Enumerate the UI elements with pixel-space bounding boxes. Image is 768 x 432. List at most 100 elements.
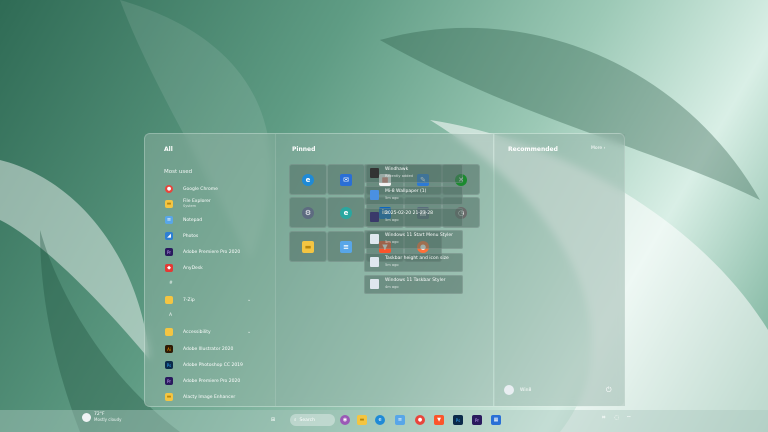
app-label: AnyDesk xyxy=(183,265,203,271)
user-name: Win8 xyxy=(520,387,532,393)
illustrator-icon: Ai xyxy=(165,345,173,353)
premiere-icon: Pr xyxy=(165,377,173,385)
more-button[interactable]: More › xyxy=(591,146,605,151)
recommended-item-subtitle: 4m ago xyxy=(385,285,399,289)
app-label: Accessibility xyxy=(183,329,211,335)
pinned-tile[interactable]: ⚙ xyxy=(289,197,327,228)
app-item-alacty[interactable]: ▬ Alacty Image Enhancer xyxy=(165,391,235,403)
app-label: Adobe Premiere Pro 2020 xyxy=(183,249,241,255)
pinned-tile[interactable]: ≡ xyxy=(327,231,365,262)
recommended-item[interactable]: Mi-8 Wallpaper (1) 5m ago xyxy=(364,186,463,205)
app-group-7zip[interactable]: 7-Zip xyxy=(165,294,195,306)
app-label: Google Chrome xyxy=(183,186,218,192)
store-icon[interactable]: ▦ xyxy=(491,415,501,425)
search-placeholder: Search xyxy=(299,417,315,423)
video-file-icon xyxy=(370,212,379,222)
notepad-icon: ≡ xyxy=(165,216,173,224)
chevron-down-icon[interactable]: ⌄ xyxy=(247,329,251,335)
recommended-item-subtitle: 5m ago xyxy=(385,196,399,200)
letter-header-hash[interactable]: # xyxy=(169,281,173,286)
folder-icon xyxy=(165,328,173,336)
recommended-item-subtitle: Recently added xyxy=(385,174,413,178)
notepad-icon[interactable]: ≡ xyxy=(395,415,405,425)
search-icon: ⌕ xyxy=(294,418,297,423)
app-label: 7-Zip xyxy=(183,297,195,303)
app-item-chrome[interactable]: ● Google Chrome xyxy=(165,183,218,195)
chevron-right-icon: › xyxy=(603,146,606,151)
folder-icon: ▬ xyxy=(302,240,314,253)
pinned-title: Pinned xyxy=(292,146,316,153)
app-item-file-explorer[interactable]: ▬ File Explorer System xyxy=(165,198,211,210)
recommended-item-subtitle: 5m ago xyxy=(385,263,399,267)
premiere-icon[interactable]: Pr xyxy=(472,415,482,425)
photoshop-icon[interactable]: Ps xyxy=(453,415,463,425)
recommended-item[interactable]: Windhawk Recently added xyxy=(364,164,463,183)
recommended-item[interactable]: 2025-02-20 21-23-28 5m ago xyxy=(364,208,463,227)
settings-icon: ⚙ xyxy=(302,206,314,219)
folder-icon: ▬ xyxy=(165,393,173,401)
recommended-item-title: Windows 11 Start Menu Styler xyxy=(385,233,454,238)
edge-icon[interactable]: e xyxy=(375,415,385,425)
wifi-icon[interactable]: ⌔ xyxy=(626,414,632,422)
app-item-premiere-2[interactable]: Pr Adobe Premiere Pro 2020 xyxy=(165,375,240,387)
recommended-item-title: Windows 11 Taskbar Styler xyxy=(385,278,446,283)
recommended-item-subtitle: 5m ago xyxy=(385,240,399,244)
app-label: Notepad xyxy=(183,217,203,223)
most-used-heading: Most used xyxy=(164,169,193,175)
recommended-item[interactable]: Windows 11 Taskbar Styler 4m ago xyxy=(364,275,463,294)
recommended-item-title: Taskbar height and icon size xyxy=(385,256,449,261)
weather-widget[interactable]: 72°F Mostly cloudy xyxy=(82,412,122,422)
app-item-anydesk[interactable]: ◆ AnyDesk xyxy=(165,262,203,274)
pinned-tile[interactable]: ✉ xyxy=(327,164,365,195)
windhawk-icon xyxy=(370,168,379,178)
folder-icon: ▬ xyxy=(165,200,173,208)
recommended-item-subtitle: 5m ago xyxy=(385,218,399,222)
pinned-tile[interactable]: e xyxy=(289,164,327,195)
app-group-accessibility[interactable]: Accessibility xyxy=(165,326,211,338)
recommended-item-title: 2025-02-20 21-23-28 xyxy=(385,211,434,216)
document-icon xyxy=(370,279,379,289)
recommended-item[interactable]: Windows 11 Start Menu Styler 5m ago xyxy=(364,230,463,249)
system-tray-icon[interactable]: ⌗ xyxy=(602,414,605,422)
pinned-tile[interactable]: ▬ xyxy=(289,231,327,262)
image-file-icon xyxy=(370,190,379,200)
recommended-title: Recommended xyxy=(508,146,558,153)
copilot-icon[interactable]: ◉ xyxy=(340,415,350,425)
app-label: Photos xyxy=(183,233,199,239)
pinned-tile[interactable]: e xyxy=(327,197,365,228)
premiere-icon: Pr xyxy=(165,248,173,256)
recommended-item[interactable]: Taskbar height and icon size 5m ago xyxy=(364,253,463,272)
letter-header-a[interactable]: A xyxy=(169,313,172,318)
brave-icon[interactable]: ▼ xyxy=(434,415,444,425)
app-item-notepad[interactable]: ≡ Notepad xyxy=(165,214,202,226)
app-label: Adobe Premiere Pro 2020 xyxy=(183,378,241,384)
power-icon[interactable]: ⏻ xyxy=(606,386,612,395)
weather-desc: Mostly cloudy xyxy=(94,417,122,422)
app-item-photoshop[interactable]: Ps Adobe Photoshop CC 2019 xyxy=(165,359,243,371)
search-box[interactable]: ⌕ Search xyxy=(290,414,335,426)
app-label: Alacty Image Enhancer xyxy=(183,394,236,400)
chat-icon[interactable]: ◌ xyxy=(614,414,619,421)
all-apps-title: All xyxy=(164,146,173,153)
app-item-photos[interactable]: ◢ Photos xyxy=(165,230,198,242)
chrome-icon[interactable]: ● xyxy=(415,415,425,425)
app-item-illustrator[interactable]: Ai Adobe Illustrator 2020 xyxy=(165,343,233,355)
chevron-down-icon[interactable]: ⌄ xyxy=(247,297,251,303)
app-label: Adobe Photoshop CC 2019 xyxy=(183,362,243,368)
recommended-item-title: Windhawk xyxy=(385,167,409,172)
weather-cloud-icon xyxy=(82,412,91,422)
document-icon xyxy=(370,257,379,267)
folder-icon[interactable]: ▬ xyxy=(357,415,367,425)
edge-beta-icon: e xyxy=(340,206,352,219)
avatar xyxy=(504,385,514,395)
photoshop-icon: Ps xyxy=(165,361,173,369)
edge-icon: e xyxy=(302,173,314,186)
app-item-premiere[interactable]: Pr Adobe Premiere Pro 2020 xyxy=(165,246,240,258)
mail-icon: ✉ xyxy=(340,173,352,186)
photos-icon: ◢ xyxy=(165,232,173,240)
recommended-item-title: Mi-8 Wallpaper (1) xyxy=(385,189,427,194)
user-button[interactable]: Win8 xyxy=(504,385,531,395)
recommended-panel: Recommended More › xyxy=(494,134,625,406)
start-icon[interactable]: ⊞ xyxy=(268,415,278,425)
chrome-icon: ● xyxy=(165,185,173,193)
